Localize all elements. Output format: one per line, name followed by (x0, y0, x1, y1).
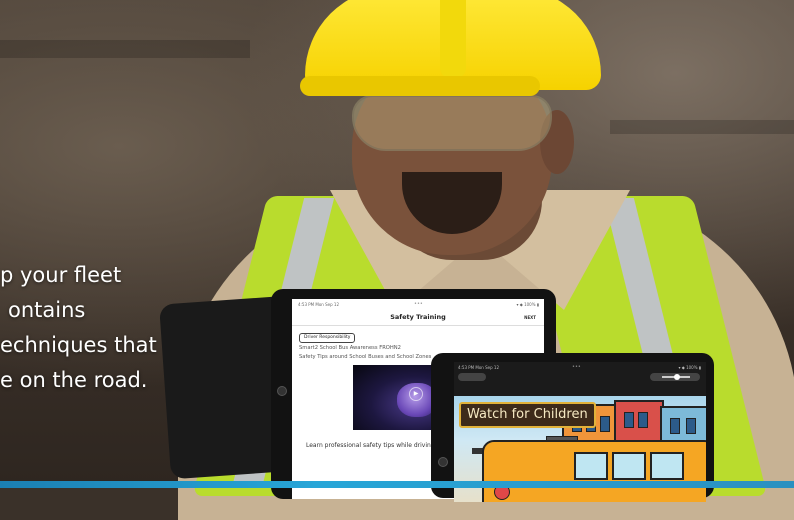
status-bar-time: 4:53 PM Mon Sep 12 (298, 302, 339, 307)
hero-headline: p your fleet ontains echniques that e on… (0, 258, 230, 398)
status-bar-battery: ▾ ◆ 100% ▮ (678, 365, 701, 370)
window (600, 416, 610, 432)
headline-line: ontains (8, 298, 86, 322)
headline-line: p your fleet (0, 263, 122, 287)
header-divider (292, 325, 544, 326)
window (670, 418, 680, 434)
bus-window (650, 452, 684, 480)
status-bar-time: 4:53 PM Mon Sep 12 (458, 365, 499, 370)
more-dots-icon[interactable]: ••• (572, 364, 581, 370)
course-name: Smart2 School Bus Awareness FROHN2 (299, 345, 401, 351)
hard-hat-ridge (440, 0, 466, 78)
play-icon[interactable]: ▶ (409, 387, 423, 401)
window (638, 412, 648, 428)
next-button[interactable]: NEXT (524, 315, 536, 320)
lesson-title: Safety Tips around School Buses and Scho… (299, 354, 432, 360)
camera-icon (277, 386, 287, 396)
status-bar-battery: ▾ ◆ 100% ▮ (516, 302, 539, 307)
page-title: Safety Training (390, 313, 446, 321)
headline-line: echniques that (0, 333, 157, 357)
camera-icon (438, 457, 448, 467)
bus-window (574, 452, 608, 480)
bottom-accent-bar (0, 481, 794, 488)
video-caption-banner: Watch for Children (459, 402, 596, 428)
category-tag[interactable]: Driver Responsibility (299, 333, 356, 343)
headline-line: e on the road. (0, 368, 148, 392)
more-dots-icon[interactable]: ••• (414, 301, 423, 307)
close-pip-controls[interactable] (458, 373, 486, 381)
school-bus-illustration (482, 440, 706, 502)
tablet-video-player: 4:53 PM Mon Sep 12 ••• ▾ ◆ 100% ▮ BUS ST (431, 353, 714, 502)
volume-slider-knob[interactable] (674, 374, 680, 380)
safety-glasses (352, 95, 552, 151)
window (686, 418, 696, 434)
window (624, 412, 634, 428)
hard-hat-brim (300, 76, 540, 96)
bus-window (612, 452, 646, 480)
